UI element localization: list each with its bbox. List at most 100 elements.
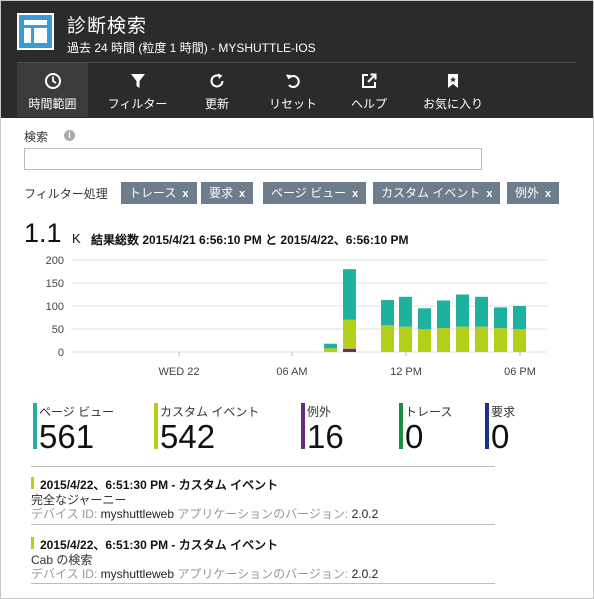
x-tick-label: 06 AM (276, 366, 307, 378)
stat-color-bar (301, 403, 305, 449)
bar-segment-page-view (475, 296, 488, 327)
filter-chip-label: トレース (129, 186, 177, 200)
event-divider (31, 524, 495, 525)
event-type-marker (31, 537, 34, 549)
blade-header: 診断検索 過去 24 時間 (粒度 1 時間) - MYSHUTTLE-IOS … (1, 1, 593, 118)
filter-chip-custom-event[interactable]: カスタム イベント x (373, 182, 501, 204)
events-chart[interactable]: 200 150 100 50 0 WED 22 06 AM 12 PM 06 PM (1, 251, 594, 386)
bar-segment-page-view (418, 308, 431, 329)
help-button[interactable]: ヘルプ (331, 63, 407, 117)
x-tick-label: WED 22 (159, 366, 200, 378)
remove-filter-icon[interactable]: x (545, 188, 551, 200)
bar-segment-page-view (324, 343, 337, 349)
filter-chip-label: 要求 (209, 186, 234, 200)
bar-segment-page-view (437, 300, 450, 329)
info-icon[interactable]: i (64, 130, 75, 141)
refresh-icon (183, 72, 251, 90)
stat-page-views[interactable]: ページ ビュー 561 (33, 403, 114, 453)
bookmark-icon (413, 72, 493, 90)
y-tick-label: 50 (52, 324, 64, 336)
bar-segment-custom-event (456, 326, 469, 352)
help-label: ヘルプ (350, 97, 387, 111)
app-version-label: アプリケーションのバージョン: (177, 507, 349, 521)
bar-segment-page-view (513, 306, 526, 329)
stat-exceptions[interactable]: 例外 16 (301, 403, 344, 453)
x-tick-label: 06 PM (504, 366, 536, 378)
filter-label: フィルター (107, 97, 168, 111)
stat-color-bar (33, 403, 37, 449)
bar-segment-page-view (381, 300, 394, 326)
y-tick-label: 0 (58, 347, 64, 359)
result-summary: 結果総数 2015/4/21 6:56:10 PM と 2015/4/22、6:… (91, 233, 409, 247)
blade-frame: 診断検索 過去 24 時間 (粒度 1 時間) - MYSHUTTLE-IOS … (0, 0, 594, 599)
y-tick-label: 200 (46, 255, 64, 267)
app-version-value: 2.0.2 (351, 567, 379, 581)
remove-filter-icon[interactable]: x (239, 188, 245, 200)
bar-segment-page-view (399, 296, 412, 327)
device-id-label: デバイス ID: (31, 567, 98, 581)
stat-custom-events[interactable]: カスタム イベント 542 (154, 403, 259, 453)
remove-filter-icon[interactable]: x (182, 188, 188, 200)
filter-chip-exception[interactable]: 例外 x (507, 182, 560, 204)
bar-segment-custom-event (381, 325, 394, 352)
favorites-label: お気に入り (422, 97, 483, 111)
filter-chip-page-view[interactable]: ページ ビュー x (263, 182, 367, 204)
bar-segment-custom-event (418, 329, 431, 352)
search-label: 検索 (24, 130, 49, 144)
remove-filter-icon[interactable]: x (486, 188, 492, 200)
stat-traces[interactable]: トレース 0 (399, 403, 452, 453)
external-link-icon (331, 72, 407, 90)
bar-segment-custom-event (437, 328, 450, 352)
remove-filter-icon[interactable]: x (352, 188, 358, 200)
time-range-label: 時間範囲 (28, 97, 77, 111)
stat-color-bar (399, 403, 403, 449)
stat-value: 542 (160, 418, 216, 455)
app-version-label: アプリケーションのバージョン: (177, 567, 349, 581)
app-version-value: 2.0.2 (351, 507, 379, 521)
favorites-button[interactable]: お気に入り (413, 63, 493, 117)
reset-icon (257, 72, 329, 90)
filter-chip-request[interactable]: 要求 x (201, 182, 254, 204)
time-range-button[interactable]: 時間範囲 (17, 63, 88, 117)
filter-chip-label: 例外 (515, 186, 540, 200)
device-id-label: デバイス ID: (31, 507, 98, 521)
bar-segment-custom-event (494, 328, 507, 352)
filter-section-label: フィルター処理 (24, 187, 108, 201)
reset-label: リセット (268, 97, 317, 111)
result-count: 1.1 (24, 218, 62, 248)
filter-chip-label: ページ ビュー (271, 186, 347, 200)
filter-button[interactable]: フィルター (92, 63, 183, 117)
refresh-button[interactable]: 更新 (183, 63, 251, 117)
event-meta: デバイス ID: myshuttleweb アプリケーションのバージョン: 2.… (31, 505, 378, 522)
bar-segment-page-view (343, 269, 356, 320)
filter-icon (92, 72, 183, 90)
filter-chip-trace[interactable]: トレース x (121, 182, 197, 204)
reset-button[interactable]: リセット (257, 63, 329, 117)
x-tick-label: 12 PM (390, 366, 422, 378)
bar-segment-custom-event (513, 329, 526, 352)
y-tick-label: 100 (46, 301, 64, 313)
y-tick-label: 150 (46, 278, 64, 290)
bar-segment-page-view (456, 294, 469, 327)
refresh-label: 更新 (204, 97, 229, 111)
stat-value: 0 (491, 418, 510, 455)
clock-icon (17, 72, 88, 90)
command-bar: 時間範囲 フィルター 更新 リセット ヘルプ お気に入り (17, 63, 493, 117)
diagnostic-search-icon (17, 13, 54, 50)
page-subtitle: 過去 24 時間 (粒度 1 時間) - MYSHUTTLE-IOS (67, 41, 316, 55)
event-divider (31, 583, 495, 584)
bar-segment-custom-event (343, 319, 356, 349)
search-input[interactable] (24, 148, 482, 170)
bar-segment-custom-event (399, 326, 412, 352)
bar-segment-custom-event (324, 348, 337, 352)
filter-chip-label: カスタム イベント (381, 186, 481, 200)
bar-segment-exception (343, 348, 356, 352)
event-meta: デバイス ID: myshuttleweb アプリケーションのバージョン: 2.… (31, 565, 378, 582)
stat-value: 0 (405, 418, 424, 455)
event-type-marker (31, 477, 34, 489)
stat-requests[interactable]: 要求 0 (485, 403, 515, 453)
event-divider (31, 466, 495, 467)
bar-segment-page-view (494, 307, 507, 329)
stat-value: 561 (39, 418, 95, 455)
bar-segment-custom-event (475, 326, 488, 352)
